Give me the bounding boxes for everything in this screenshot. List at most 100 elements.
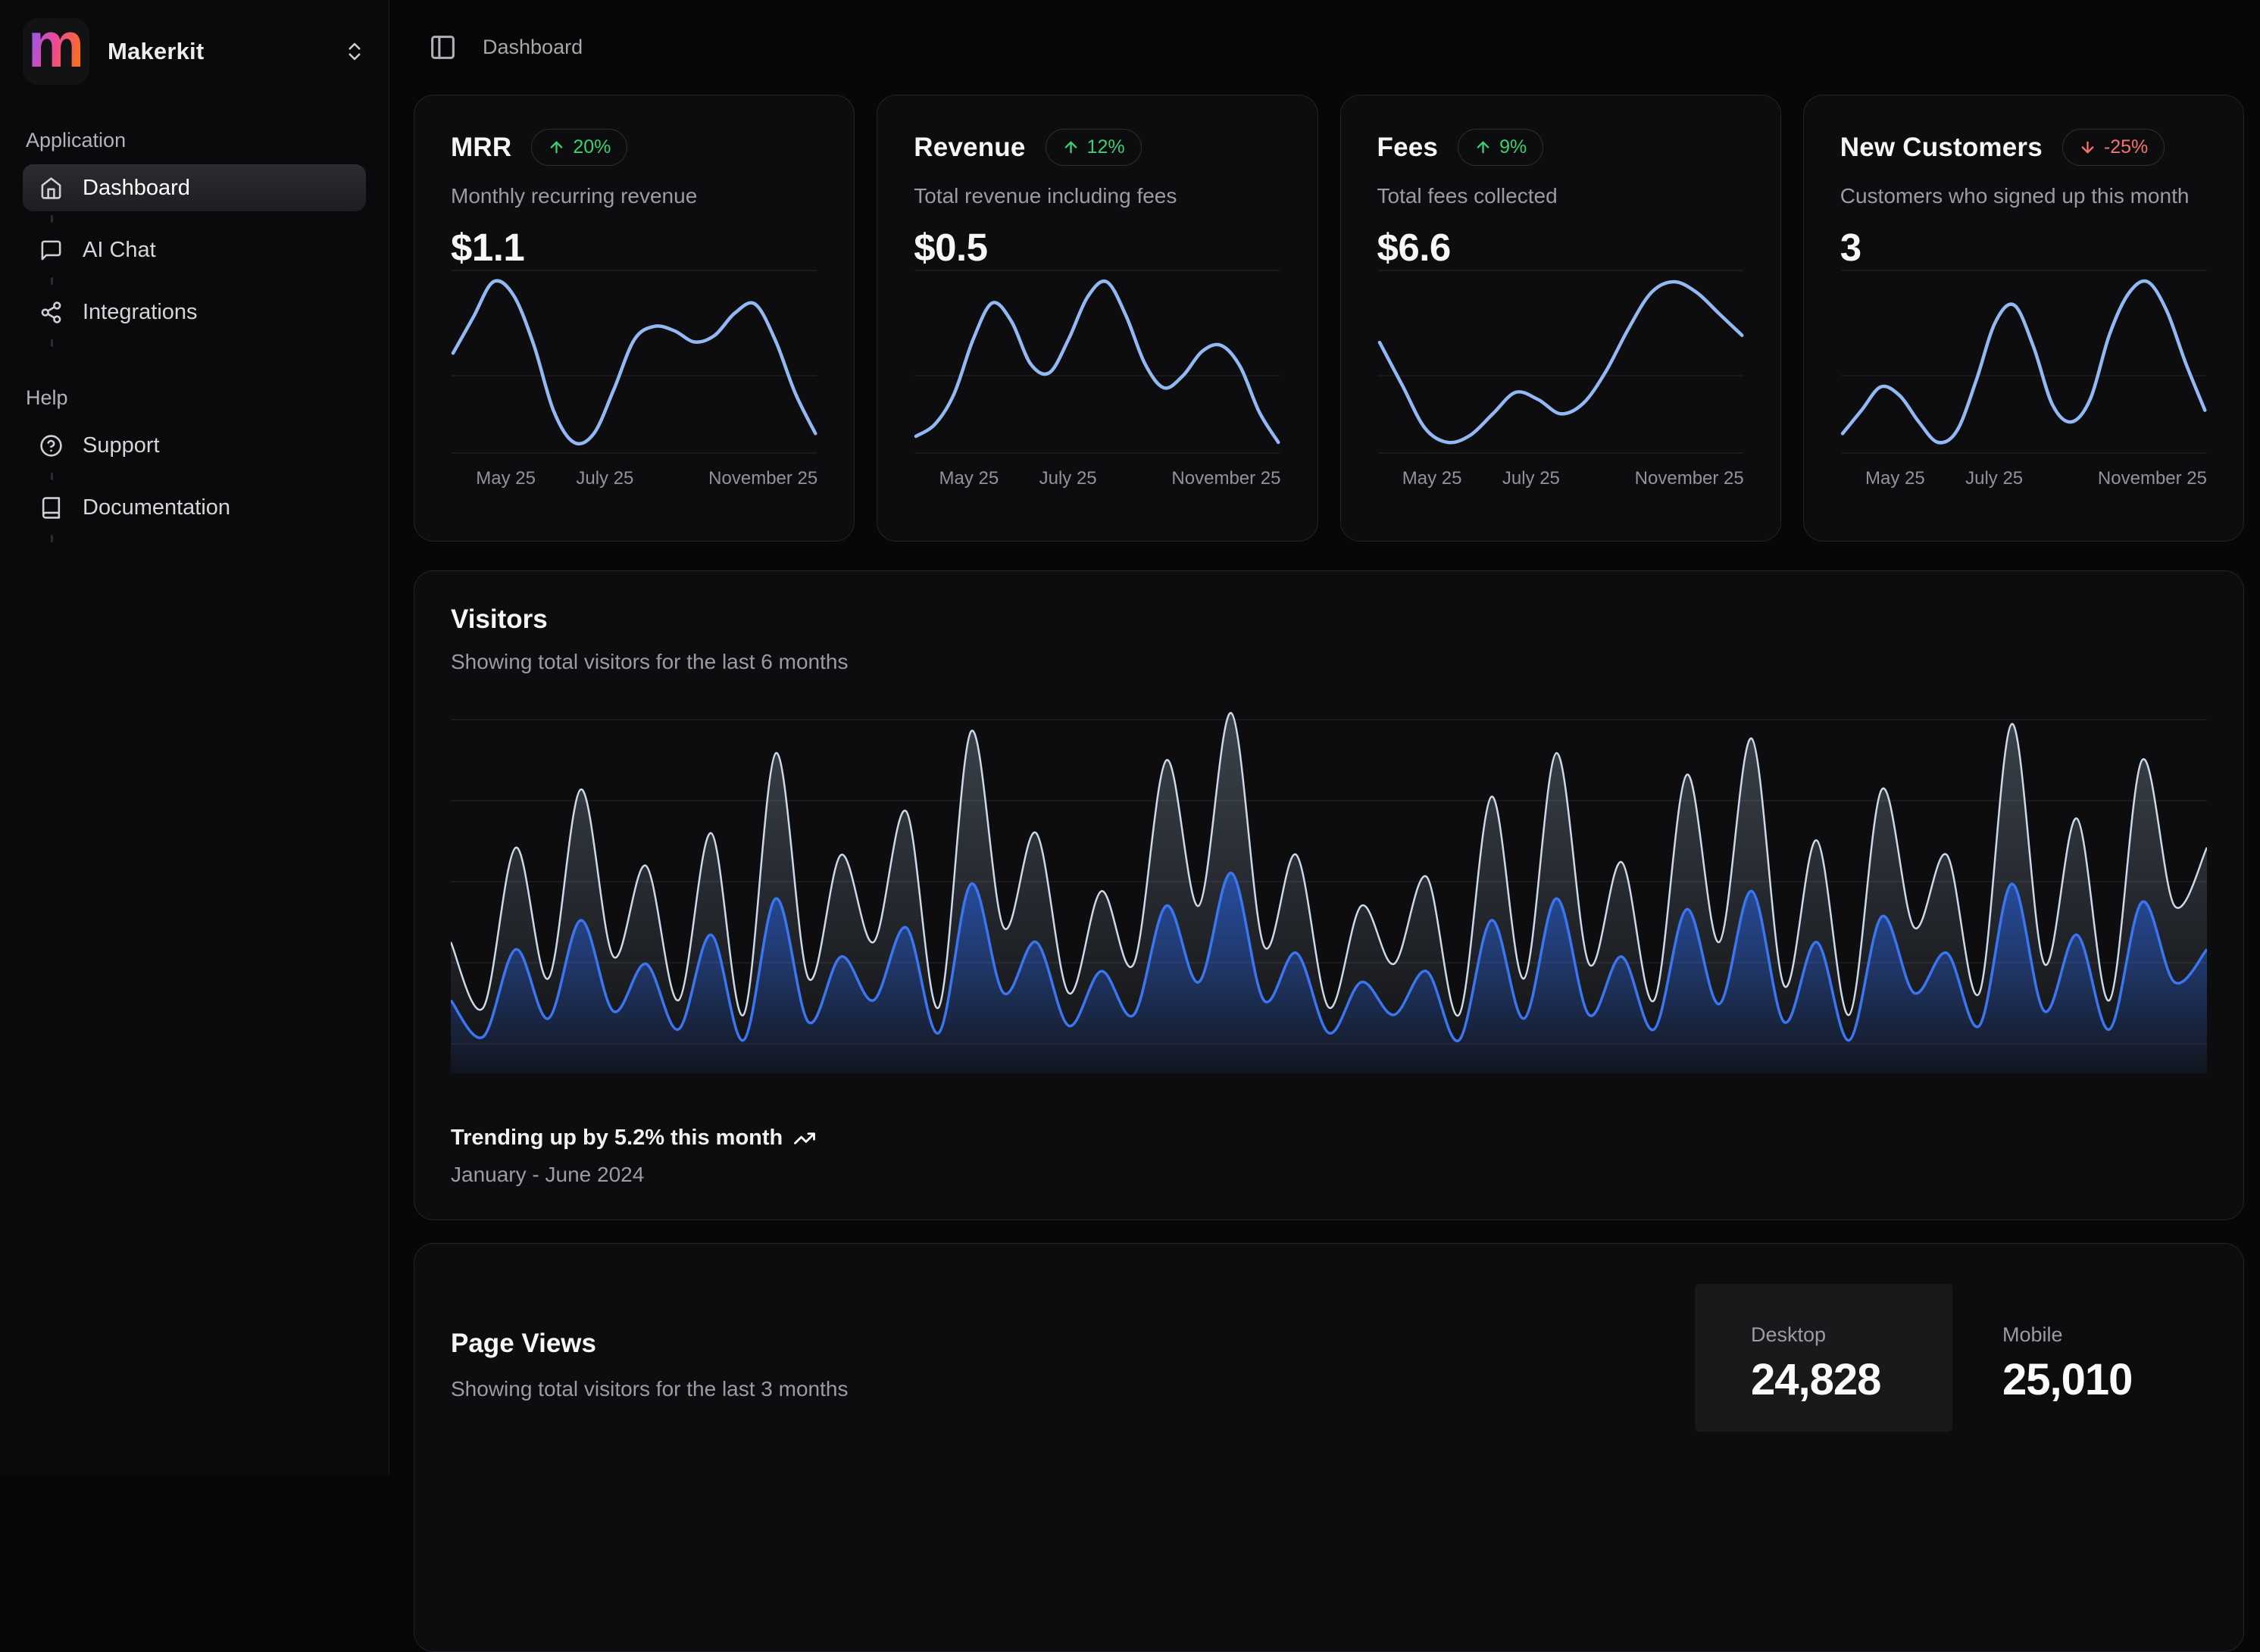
nav-tick bbox=[51, 277, 53, 285]
home-icon bbox=[39, 176, 63, 200]
metric-subtitle: Total revenue including fees bbox=[914, 184, 1280, 208]
stat-label: Desktop bbox=[1751, 1323, 1952, 1347]
sidebar-item-label: Dashboard bbox=[83, 176, 190, 201]
stat-mobile[interactable]: Mobile 25,010 bbox=[2002, 1284, 2207, 1432]
page-views-title: Page Views bbox=[451, 1329, 848, 1359]
trend-badge: 12% bbox=[1046, 129, 1142, 166]
x-tick: July 25 bbox=[1965, 468, 2023, 489]
sidebar-item-label: AI Chat bbox=[83, 238, 156, 263]
stat-value: 24,828 bbox=[1751, 1354, 1952, 1405]
metric-title: New Customers bbox=[1840, 133, 2043, 163]
nav-tick bbox=[51, 215, 53, 223]
metric-value: $1.1 bbox=[451, 225, 817, 270]
metric-subtitle: Total fees collected bbox=[1377, 184, 1744, 208]
visitors-trend-text: Trending up by 5.2% this month bbox=[451, 1126, 783, 1151]
visitors-date-range: January - June 2024 bbox=[451, 1163, 816, 1187]
metric-head: New Customers -25% bbox=[1840, 129, 2207, 166]
sidebar-toggle-icon[interactable] bbox=[429, 33, 457, 61]
org-name: Makerkit bbox=[108, 38, 325, 65]
metric-head: MRR 20% bbox=[451, 129, 817, 166]
metric-subtitle: Customers who signed up this month bbox=[1840, 184, 2207, 208]
metric-title: Revenue bbox=[914, 133, 1025, 163]
sidebar-item-integrations[interactable]: Integrations bbox=[23, 289, 366, 336]
sidebar-item-support[interactable]: Support bbox=[23, 422, 366, 469]
stat-value: 25,010 bbox=[2002, 1354, 2207, 1405]
sidebar-item-dashboard[interactable]: Dashboard bbox=[23, 164, 366, 211]
chevrons-up-down-icon bbox=[343, 40, 366, 63]
trend-badge-value: 20% bbox=[573, 136, 611, 158]
page-views-subtitle: Showing total visitors for the last 3 mo… bbox=[451, 1377, 848, 1401]
x-tick: May 25 bbox=[939, 468, 999, 489]
sparkline-chart bbox=[914, 268, 1280, 456]
sparkline-chart bbox=[1377, 268, 1744, 456]
x-tick: November 25 bbox=[1635, 468, 1744, 489]
trend-badge: -25% bbox=[2062, 129, 2165, 166]
x-tick: November 25 bbox=[2098, 468, 2207, 489]
metric-value: 3 bbox=[1840, 225, 2207, 270]
sparkline-chart bbox=[451, 268, 817, 456]
metric-subtitle: Monthly recurring revenue bbox=[451, 184, 817, 208]
page-views-stats: Desktop 24,828 Mobile 25,010 bbox=[1695, 1284, 2207, 1432]
metric-value: $0.5 bbox=[914, 225, 1280, 270]
metric-card-new-customers: New Customers -25% Customers who signed … bbox=[1803, 95, 2244, 542]
visitors-card: Visitors Showing total visitors for the … bbox=[414, 570, 2244, 1220]
org-switcher[interactable]: m Makerkit bbox=[23, 17, 366, 86]
arrow-down-icon bbox=[2079, 139, 2096, 156]
trend-badge-value: 9% bbox=[1499, 136, 1527, 158]
x-tick: May 25 bbox=[1865, 468, 1925, 489]
sparkline-x-labels: May 25 July 25 November 25 bbox=[1377, 468, 1744, 492]
sidebar-section-application: Application bbox=[26, 129, 366, 152]
arrow-up-icon bbox=[1062, 139, 1080, 156]
breadcrumb: Dashboard bbox=[414, 0, 2244, 95]
nav-tick bbox=[51, 339, 53, 347]
stat-label: Mobile bbox=[2002, 1323, 2207, 1347]
metric-value: $6.6 bbox=[1377, 225, 1744, 270]
book-icon bbox=[39, 496, 63, 520]
trend-badge: 9% bbox=[1458, 129, 1543, 166]
sidebar-item-label: Integrations bbox=[83, 300, 198, 325]
arrow-up-icon bbox=[548, 139, 565, 156]
sidebar-section-help: Help bbox=[26, 386, 366, 410]
share-icon bbox=[39, 301, 63, 324]
x-tick: July 25 bbox=[1039, 468, 1097, 489]
metric-head: Fees 9% bbox=[1377, 129, 1744, 166]
stat-desktop[interactable]: Desktop 24,828 bbox=[1695, 1284, 1952, 1432]
trend-badge: 20% bbox=[531, 129, 627, 166]
metric-title: Fees bbox=[1377, 133, 1439, 163]
x-tick: July 25 bbox=[1502, 468, 1560, 489]
sidebar: m Makerkit Application Dashboard AI Chat… bbox=[0, 0, 389, 1475]
visitors-area-chart bbox=[451, 702, 2207, 1073]
metric-head: Revenue 12% bbox=[914, 129, 1280, 166]
nav-tick bbox=[51, 473, 53, 480]
sidebar-item-documentation[interactable]: Documentation bbox=[23, 484, 366, 531]
breadcrumb-page[interactable]: Dashboard bbox=[483, 36, 583, 59]
sparkline-x-labels: May 25 July 25 November 25 bbox=[1840, 468, 2207, 492]
metric-card-mrr: MRR 20% Monthly recurring revenue $1.1 M… bbox=[414, 95, 855, 542]
sidebar-nav-help: Support Documentation bbox=[23, 422, 366, 542]
arrow-up-icon bbox=[1474, 139, 1492, 156]
visitors-title: Visitors bbox=[451, 604, 2207, 635]
trend-badge-value: -25% bbox=[2104, 136, 2148, 158]
metric-cards-row: MRR 20% Monthly recurring revenue $1.1 M… bbox=[414, 95, 2244, 542]
sidebar-item-label: Support bbox=[83, 433, 160, 458]
metric-title: MRR bbox=[451, 133, 511, 163]
x-tick: November 25 bbox=[708, 468, 817, 489]
visitors-subtitle: Showing total visitors for the last 6 mo… bbox=[451, 650, 2207, 674]
sidebar-item-ai-chat[interactable]: AI Chat bbox=[23, 226, 366, 273]
visitors-trend-line: Trending up by 5.2% this month bbox=[451, 1126, 816, 1151]
sparkline-x-labels: May 25 July 25 November 25 bbox=[914, 468, 1280, 492]
x-tick: July 25 bbox=[576, 468, 633, 489]
metric-card-revenue: Revenue 12% Total revenue including fees… bbox=[877, 95, 1318, 542]
sparkline-chart bbox=[1840, 268, 2207, 456]
sidebar-nav-application: Dashboard AI Chat Integrations bbox=[23, 164, 366, 347]
page-views-card: Page Views Showing total visitors for th… bbox=[414, 1243, 2244, 1652]
x-tick: May 25 bbox=[1402, 468, 1462, 489]
trend-badge-value: 12% bbox=[1087, 136, 1125, 158]
metric-card-fees: Fees 9% Total fees collected $6.6 May 25… bbox=[1340, 95, 1781, 542]
trending-up-icon bbox=[793, 1127, 816, 1150]
visitors-footer: Trending up by 5.2% this month January -… bbox=[451, 1126, 816, 1187]
main-content: Dashboard MRR 20% Monthly recurring reve… bbox=[389, 0, 2260, 1475]
help-circle-icon bbox=[39, 434, 63, 458]
sidebar-item-label: Documentation bbox=[83, 495, 230, 520]
chat-icon bbox=[39, 239, 63, 262]
